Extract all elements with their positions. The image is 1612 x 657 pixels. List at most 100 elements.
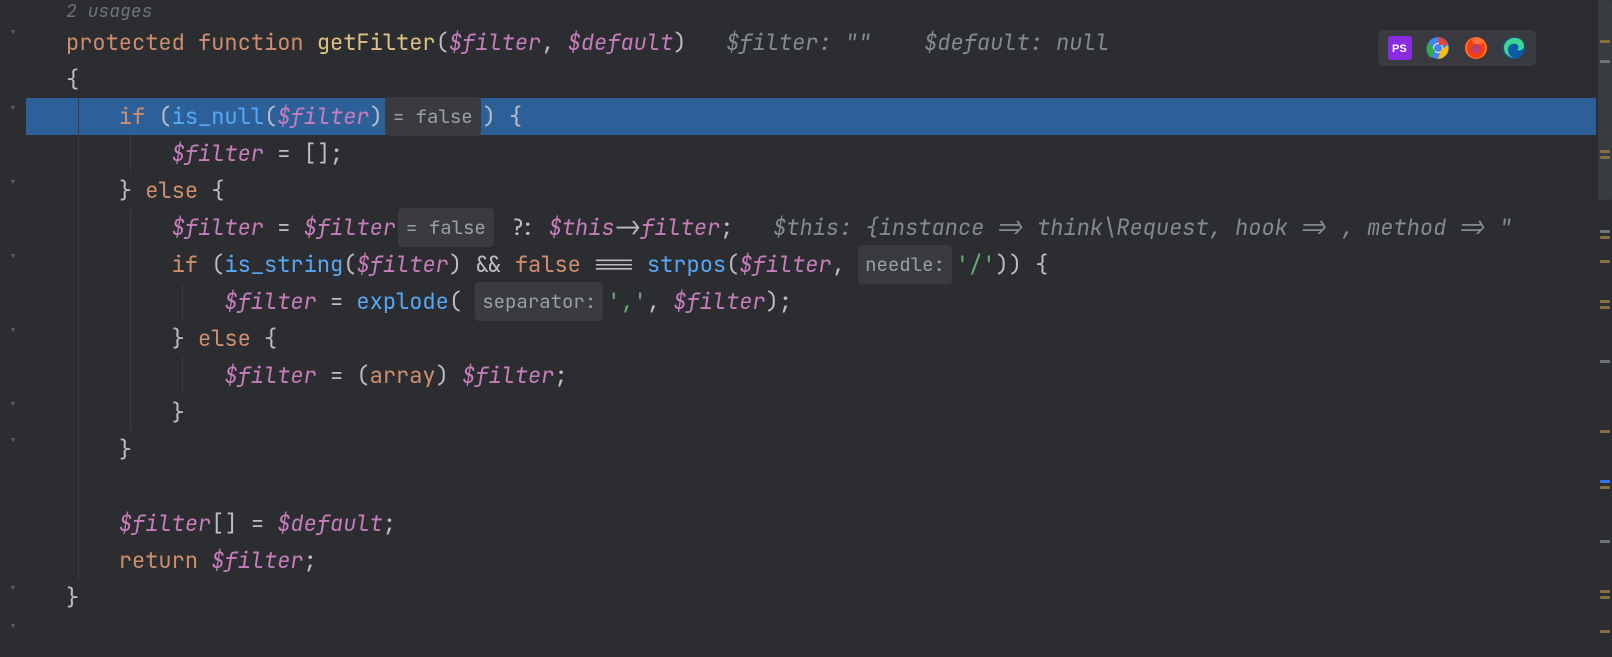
var-filter: $filter [172,209,264,246]
code-line[interactable]: } [26,394,1596,431]
code-line[interactable]: { [26,61,1596,98]
warning-marker[interactable] [1600,40,1610,43]
phpstorm-icon[interactable]: PS [1388,36,1412,60]
fn-isnull: is_null [172,98,264,135]
var-filter: $filter [224,283,316,320]
marker-stripe[interactable] [1596,0,1612,657]
info-marker[interactable] [1600,540,1610,543]
brace-open: { [66,61,79,98]
var-filter: $filter [739,246,831,283]
chrome-icon[interactable] [1426,36,1450,60]
keyword-function: function [198,24,304,61]
param-filter: $filter [449,24,541,61]
inline-value-hint: = false [385,97,481,136]
warning-marker[interactable] [1600,236,1610,239]
inline-hint-filter: $filter: "" [726,24,871,61]
info-marker[interactable] [1600,230,1610,233]
var-filter: $filter [673,283,765,320]
warning-marker[interactable] [1600,596,1610,599]
param-hint-needle: needle: [858,245,952,284]
code-line[interactable]: $filter = ( array ) $filter ; [26,357,1596,394]
var-filter: $filter [304,209,396,246]
code-line[interactable] [26,468,1596,505]
code-line[interactable]: } [26,431,1596,468]
warning-marker[interactable] [1600,486,1610,489]
code-line[interactable]: return $filter ; [26,542,1596,579]
fn-explode: explode [356,283,448,320]
var-filter: $filter [211,542,303,579]
inline-value-hint: = false [398,208,494,247]
code-line[interactable]: } [26,579,1596,616]
brace-close: } [172,394,185,431]
string-slash: '/' [956,246,996,283]
var-default: $default [277,505,383,542]
code-line[interactable]: if ( is_string ( $filter ) && false === … [26,246,1596,283]
keyword-else: else [198,320,251,357]
brace-close: } [119,431,132,468]
empty-array: [] [304,135,330,172]
warning-marker[interactable] [1600,430,1610,433]
svg-text:PS: PS [1392,43,1407,55]
op-identical: === [594,246,634,283]
fold-toggle-icon[interactable] [8,400,18,410]
code-line[interactable]: protected function getFilter ( $filter ,… [26,24,1596,61]
param-hint-separator: separator: [475,282,603,321]
debug-current-line[interactable]: if ( is_null ( $filter ) = false ) { [26,98,1596,135]
var-filter: $filter [224,357,316,394]
edge-icon[interactable] [1502,36,1526,60]
keyword-cast-array: array [370,357,436,394]
warning-marker[interactable] [1600,630,1610,633]
var-filter: $filter [172,135,264,172]
fn-strpos: strpos [647,246,726,283]
code-line[interactable]: $filter = $filter = false ?: $this -> fi… [26,209,1596,246]
fold-toggle-icon[interactable] [8,326,18,336]
keyword-return: return [119,542,198,579]
keyword-if: if [119,98,145,135]
fold-toggle-icon[interactable] [8,178,18,188]
code-line[interactable]: } else { [26,172,1596,209]
prop-filter: filter [641,209,720,246]
fold-toggle-icon[interactable] [8,584,18,594]
var-filter: $filter [356,246,448,283]
browser-preview-toolbar[interactable]: PS [1378,30,1536,66]
brace-close: } [66,579,79,616]
fold-toggle-icon[interactable] [8,104,18,114]
keyword-if: if [172,246,198,283]
keyword-false: false [515,246,581,283]
var-filter: $filter [119,505,211,542]
keyword-protected: protected [66,24,185,61]
ternary-op: ?: [509,209,535,246]
var-filter: $filter [462,357,554,394]
code-editor[interactable]: 2 usages protected function getFilter ( … [0,0,1612,657]
fold-toggle-icon[interactable] [8,622,18,632]
exec-marker[interactable] [1600,480,1610,483]
fold-toggle-icon[interactable] [8,436,18,446]
warning-marker[interactable] [1600,590,1610,593]
code-line[interactable]: $filter = explode ( separator: ',' , $fi… [26,283,1596,320]
fold-toggle-icon[interactable] [8,28,18,38]
param-default: $default [568,24,674,61]
fn-isstring: is_string [224,246,343,283]
inline-hint-this: $this: {instance => think\Request, hook … [773,209,1512,246]
code-line[interactable]: $filter [] = $default ; [26,505,1596,542]
warning-marker[interactable] [1600,260,1610,263]
var-filter: $filter [277,98,369,135]
keyword-else: else [145,172,198,209]
warning-marker[interactable] [1600,156,1610,159]
fold-toggle-icon[interactable] [8,252,18,262]
usages-hint[interactable]: 2 usages [26,0,1596,24]
code-area[interactable]: 2 usages protected function getFilter ( … [20,0,1596,657]
var-this: $this [549,209,615,246]
function-name: getFilter [317,24,436,61]
scrollbar-thumb[interactable] [1598,0,1612,200]
warning-marker[interactable] [1600,306,1610,309]
fold-gutter[interactable] [0,0,20,657]
warning-marker[interactable] [1600,150,1610,153]
info-marker[interactable] [1600,360,1610,363]
code-line[interactable]: $filter = [] ; [26,135,1596,172]
code-line[interactable]: } else { [26,320,1596,357]
firefox-icon[interactable] [1464,36,1488,60]
inline-hint-default: $default: null [924,24,1109,61]
info-marker[interactable] [1600,60,1610,63]
warning-marker[interactable] [1600,300,1610,303]
